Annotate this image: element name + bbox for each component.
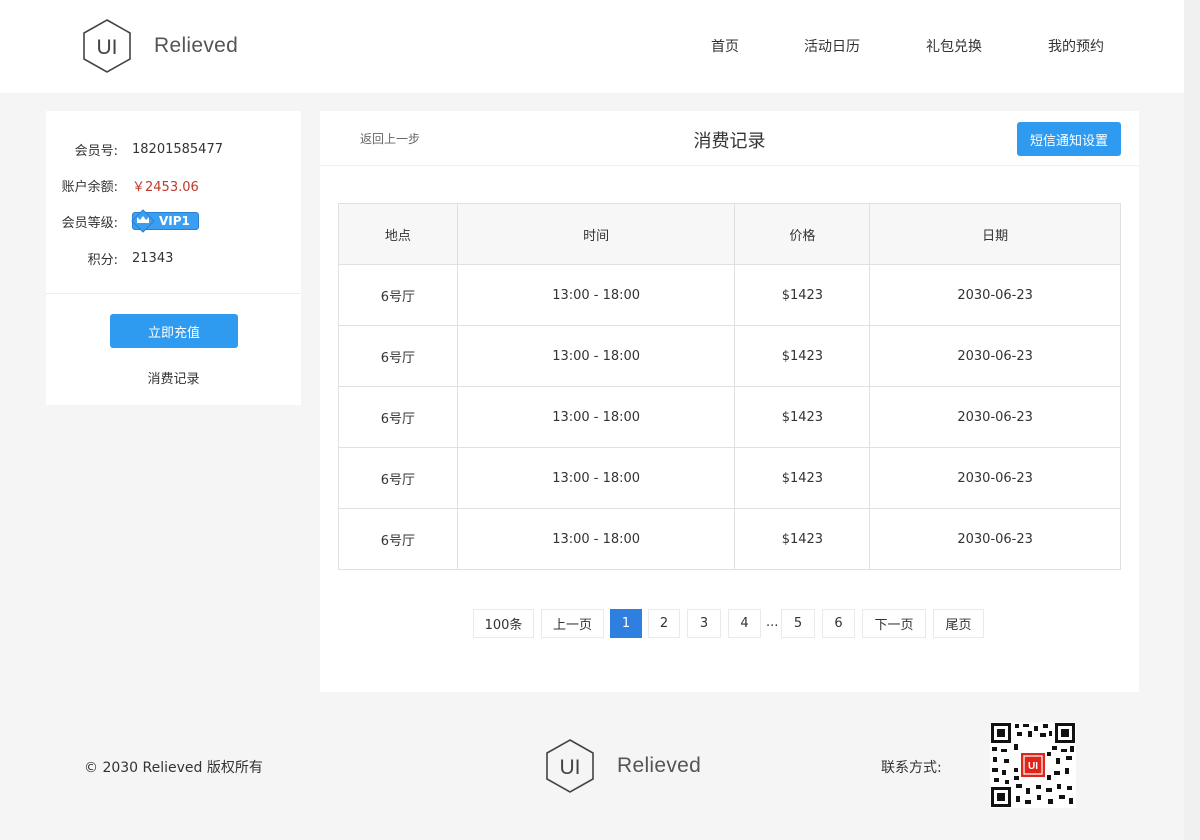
cell-location: 6号厅: [338, 264, 458, 326]
page-button-3[interactable]: 3: [687, 609, 721, 638]
cell-price: $1423: [734, 325, 871, 387]
table-row: 6号厅 13:00 - 18:00 $1423 2030-06-23: [338, 508, 1121, 570]
records-panel: 返回上一步 消费记录 短信通知设置 地点 时间 价格 日期 6号厅 13:00 …: [320, 111, 1139, 692]
table-header-row: 地点 时间 价格 日期: [338, 203, 1121, 265]
contact-label: 联系方式:: [881, 760, 942, 776]
footer-logo-text: Relieved: [617, 754, 702, 777]
level-row: 会员等级: VIP1: [46, 209, 301, 233]
cell-price: $1423: [734, 508, 871, 570]
cell-time: 13:00 - 18:00: [456, 508, 736, 570]
copyright-text: © 2030 Relieved 版权所有: [84, 760, 263, 776]
cell-time: 13:00 - 18:00: [456, 447, 736, 509]
table-row: 6号厅 13:00 - 18:00 $1423 2030-06-23: [338, 264, 1121, 326]
panel-header: 返回上一步 消费记录 短信通知设置: [320, 111, 1139, 166]
table-row: 6号厅 13:00 - 18:00 $1423 2030-06-23: [338, 386, 1121, 448]
level-label: 会员等级:: [61, 215, 118, 231]
column-header-date: 日期: [869, 203, 1121, 265]
table-row: 6号厅 13:00 - 18:00 $1423 2030-06-23: [338, 447, 1121, 509]
page-button-5[interactable]: 5: [781, 609, 815, 638]
nav-gift-exchange[interactable]: 礼包兑换: [926, 36, 982, 56]
nav-activity-calendar[interactable]: 活动日历: [804, 36, 860, 56]
cell-time: 13:00 - 18:00: [456, 325, 736, 387]
divider: [46, 293, 301, 294]
cell-date: 2030-06-23: [869, 325, 1121, 387]
sms-settings-button[interactable]: 短信通知设置: [1017, 122, 1121, 156]
cell-location: 6号厅: [338, 325, 458, 387]
points-row: 积分: 21343: [46, 248, 301, 268]
page-button-6[interactable]: 6: [822, 609, 855, 638]
page-button-1[interactable]: 1: [610, 609, 642, 638]
balance-row: 账户余额: ￥2453.06: [46, 175, 301, 195]
cell-time: 13:00 - 18:00: [456, 264, 736, 326]
qr-code-icon: UI: [990, 722, 1076, 808]
last-page-button[interactable]: 尾页: [933, 609, 984, 638]
page-button-4[interactable]: 4: [728, 609, 761, 638]
page-button-2[interactable]: 2: [648, 609, 680, 638]
consumption-records-link[interactable]: 消费记录: [46, 368, 301, 387]
member-id-label: 会员号:: [74, 143, 118, 159]
member-card: 会员号: 18201585477 账户余额: ￥2453.06 会员等级: VI…: [46, 111, 301, 405]
vip-badge: VIP1: [131, 209, 199, 233]
points-label: 积分:: [87, 252, 118, 268]
cell-date: 2030-06-23: [869, 447, 1121, 509]
column-header-time: 时间: [456, 203, 736, 265]
svg-text:UI: UI: [1028, 761, 1038, 772]
member-id-row: 会员号: 18201585477: [46, 139, 301, 159]
page-ellipsis: ...: [766, 615, 779, 630]
page-scrollbar[interactable]: [1184, 0, 1200, 840]
balance-value: ￥2453.06: [132, 179, 199, 195]
cell-price: $1423: [734, 386, 871, 448]
recharge-button[interactable]: 立即充值: [110, 314, 238, 348]
main-nav: 首页 活动日历 礼包兑换 我的预约: [0, 36, 1184, 58]
hexagon-logo-icon: UI: [546, 739, 594, 793]
cell-date: 2030-06-23: [869, 508, 1121, 570]
column-header-location: 地点: [338, 203, 458, 265]
cell-date: 2030-06-23: [869, 264, 1121, 326]
footer-logo: UI Relieved: [545, 738, 701, 794]
next-page-button[interactable]: 下一页: [862, 609, 926, 638]
records-table: 地点 时间 价格 日期 6号厅 13:00 - 18:00 $1423 2030…: [338, 203, 1121, 570]
top-header: UI Relieved 首页 活动日历 礼包兑换 我的预约: [0, 0, 1184, 93]
cell-date: 2030-06-23: [869, 386, 1121, 448]
column-header-price: 价格: [734, 203, 871, 265]
nav-home[interactable]: 首页: [711, 36, 739, 56]
cell-time: 13:00 - 18:00: [456, 386, 736, 448]
nav-my-reservations[interactable]: 我的预约: [1048, 36, 1104, 56]
cell-location: 6号厅: [338, 386, 458, 448]
prev-page-button[interactable]: 上一页: [541, 609, 604, 638]
pagination: 100条 上一页 1 2 3 4 ... 5 6 下一页 尾页: [473, 609, 993, 639]
cell-location: 6号厅: [338, 508, 458, 570]
table-row: 6号厅 13:00 - 18:00 $1423 2030-06-23: [338, 325, 1121, 387]
cell-location: 6号厅: [338, 447, 458, 509]
total-count: 100条: [473, 609, 534, 638]
crown-icon: [131, 209, 155, 233]
cell-price: $1423: [734, 264, 871, 326]
points-value: 21343: [132, 250, 174, 266]
svg-text:UI: UI: [560, 756, 581, 779]
member-id-value: 18201585477: [132, 141, 223, 157]
cell-price: $1423: [734, 447, 871, 509]
balance-label: 账户余额:: [61, 179, 118, 195]
